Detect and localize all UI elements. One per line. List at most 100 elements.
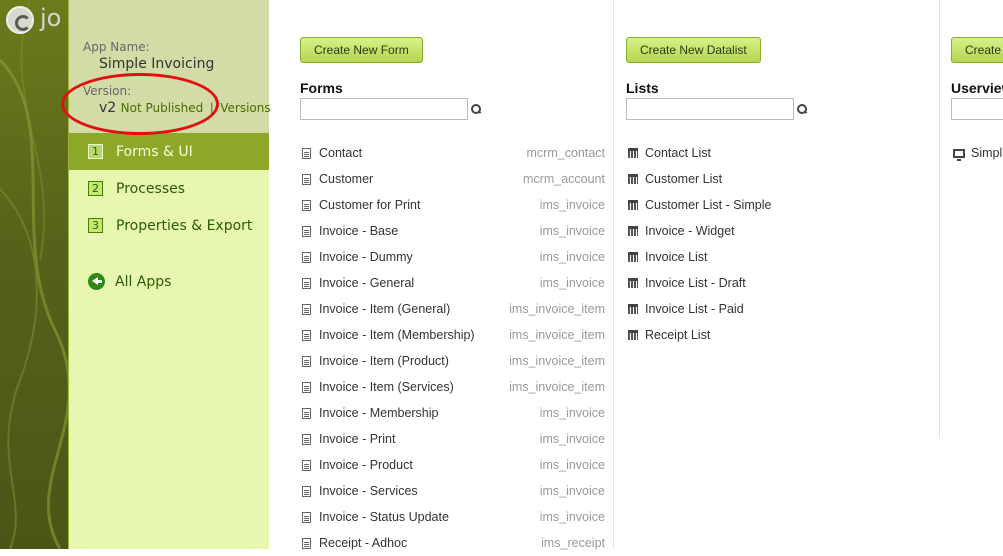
document-icon [302,485,311,497]
forms-column: Create New Form Forms Contact mcrm_contac… [300,0,614,550]
form-list-item[interactable]: Invoice - Dummy ims_invoice [302,244,605,270]
datalist-list-item[interactable]: Invoice List - Paid [628,296,931,322]
form-list-item[interactable]: Contact mcrm_contact [302,140,605,166]
form-list-item[interactable]: Invoice - Membership ims_invoice [302,400,605,426]
userviews-heading: Userviews [951,80,1003,96]
form-name: Contact [319,146,363,160]
datalist-list-item[interactable]: Customer List [628,166,931,192]
form-list-item[interactable]: Invoice - Product ims_invoice [302,452,605,478]
document-icon [302,303,311,315]
lists-search-input[interactable] [626,98,794,120]
form-table-name: ims_invoice_item [509,328,605,342]
search-icon[interactable] [471,104,481,114]
document-icon [302,433,311,445]
datalist-list-item[interactable]: Receipt List [628,322,931,348]
form-table-name: ims_invoice_item [509,302,605,316]
form-table-name: ims_invoice [539,432,605,446]
form-list-item[interactable]: Invoice - Item (Product) ims_invoice_item [302,348,605,374]
forms-search-input[interactable] [300,98,468,120]
form-table-name: ims_invoice [539,198,605,212]
form-table-name: ims_invoice [539,224,605,238]
app-name-label: App Name: [83,40,150,54]
form-list-item[interactable]: Invoice - Item (Services) ims_invoice_ite… [302,374,605,400]
table-grid-icon [628,148,638,158]
nav-item-processes[interactable]: 2 Processes [69,170,269,207]
table-grid-icon [628,174,638,184]
form-name: Invoice - Product [319,458,413,472]
logo-icon[interactable] [6,6,34,34]
form-table-name: ims_invoice [539,250,605,264]
document-icon [302,537,311,549]
app-sidebar: App Name: Simple Invoicing Version: v2 N… [61,0,271,549]
form-list-item[interactable]: Customer for Print ims_invoice [302,192,605,218]
table-grid-icon [628,252,638,262]
document-icon [302,277,311,289]
nav-label: Processes [116,180,186,197]
document-icon [302,511,311,523]
search-icon[interactable] [797,104,807,114]
lists-list: Contact List Customer List Customer List -… [628,140,931,348]
step-number: 3 [88,218,103,233]
form-list-item[interactable]: Invoice - Print ims_invoice [302,426,605,452]
document-icon [302,329,311,341]
logo-text[interactable]: jo [40,4,61,32]
form-name: Invoice - Base [319,224,399,238]
form-name: Invoice - General [319,276,415,290]
form-list-item[interactable]: Invoice - Status Update ims_invoice [302,504,605,530]
create-new-form-button[interactable]: Create New Form [300,37,423,63]
form-name: Customer for Print [319,198,421,212]
userviews-list: Simpl [953,140,1003,166]
nav-item-forms-ui[interactable]: 1 Forms & UI [69,133,269,170]
form-name: Invoice - Print [319,432,396,446]
create-new-datalist-button[interactable]: Create New Datalist [626,37,761,63]
form-table-name: ims_invoice [539,484,605,498]
form-list-item[interactable]: Invoice - Services ims_invoice [302,478,605,504]
form-table-name: ims_invoice_item [509,380,605,394]
form-table-name: ims_receipt [541,536,605,550]
document-icon [302,225,311,237]
app-name: Simple Invoicing [99,56,215,72]
document-icon [302,173,311,185]
nav-label: Properties & Export [116,217,253,234]
lists-heading: Lists [626,80,659,96]
create-userview-button[interactable]: Create [951,37,1003,63]
userviews-search-input[interactable] [951,98,1003,120]
versions-link[interactable]: Versions [220,101,270,115]
datalist-list-item[interactable]: Customer List - Simple [628,192,931,218]
userviews-column: Create Userviews Simpl [951,0,1003,549]
table-grid-icon [628,330,638,340]
form-list-item[interactable]: Invoice - Item (Membership) ims_invoice_i… [302,322,605,348]
all-apps-link[interactable]: All Apps [69,263,269,300]
datalist-list-item[interactable]: Contact List [628,140,931,166]
form-name: Invoice - Dummy [319,250,413,264]
userview-list-item[interactable]: Simpl [953,140,1003,166]
datalist-list-item[interactable]: Invoice - Widget [628,218,931,244]
lists-column: Create New Datalist Lists Contact List Cu… [626,0,940,438]
document-icon [302,459,311,471]
form-name: Invoice - Status Update [319,510,449,524]
document-icon [302,251,311,263]
decorative-swirl [0,0,68,549]
datalist-list-item[interactable]: Invoice List [628,244,931,270]
form-name: Invoice - Item (Membership) [319,328,475,342]
form-list-item[interactable]: Receipt - Adhoc ims_receipt [302,530,605,556]
nav-item-properties-export[interactable]: 3 Properties & Export [69,207,269,244]
all-apps-label: All Apps [115,273,172,290]
nav-label: Forms & UI [116,143,193,160]
form-table-name: ims_invoice [539,406,605,420]
datalist-name: Invoice - Widget [645,224,735,238]
form-name: Invoice - Services [319,484,418,498]
form-table-name: ims_invoice [539,510,605,524]
form-list-item[interactable]: Customer mcrm_account [302,166,605,192]
datalist-name: Contact List [645,146,712,160]
form-list-item[interactable]: Invoice - General ims_invoice [302,270,605,296]
form-list-item[interactable]: Invoice - Base ims_invoice [302,218,605,244]
table-grid-icon [628,226,638,236]
app-info-panel: App Name: Simple Invoicing Version: v2 N… [61,0,271,135]
form-name: Receipt - Adhoc [319,536,408,550]
form-list-item[interactable]: Invoice - Item (General) ims_invoice_item [302,296,605,322]
datalist-name: Invoice List [645,250,708,264]
form-table-name: mcrm_contact [526,146,606,160]
form-table-name: ims_invoice [539,276,605,290]
datalist-list-item[interactable]: Invoice List - Draft [628,270,931,296]
